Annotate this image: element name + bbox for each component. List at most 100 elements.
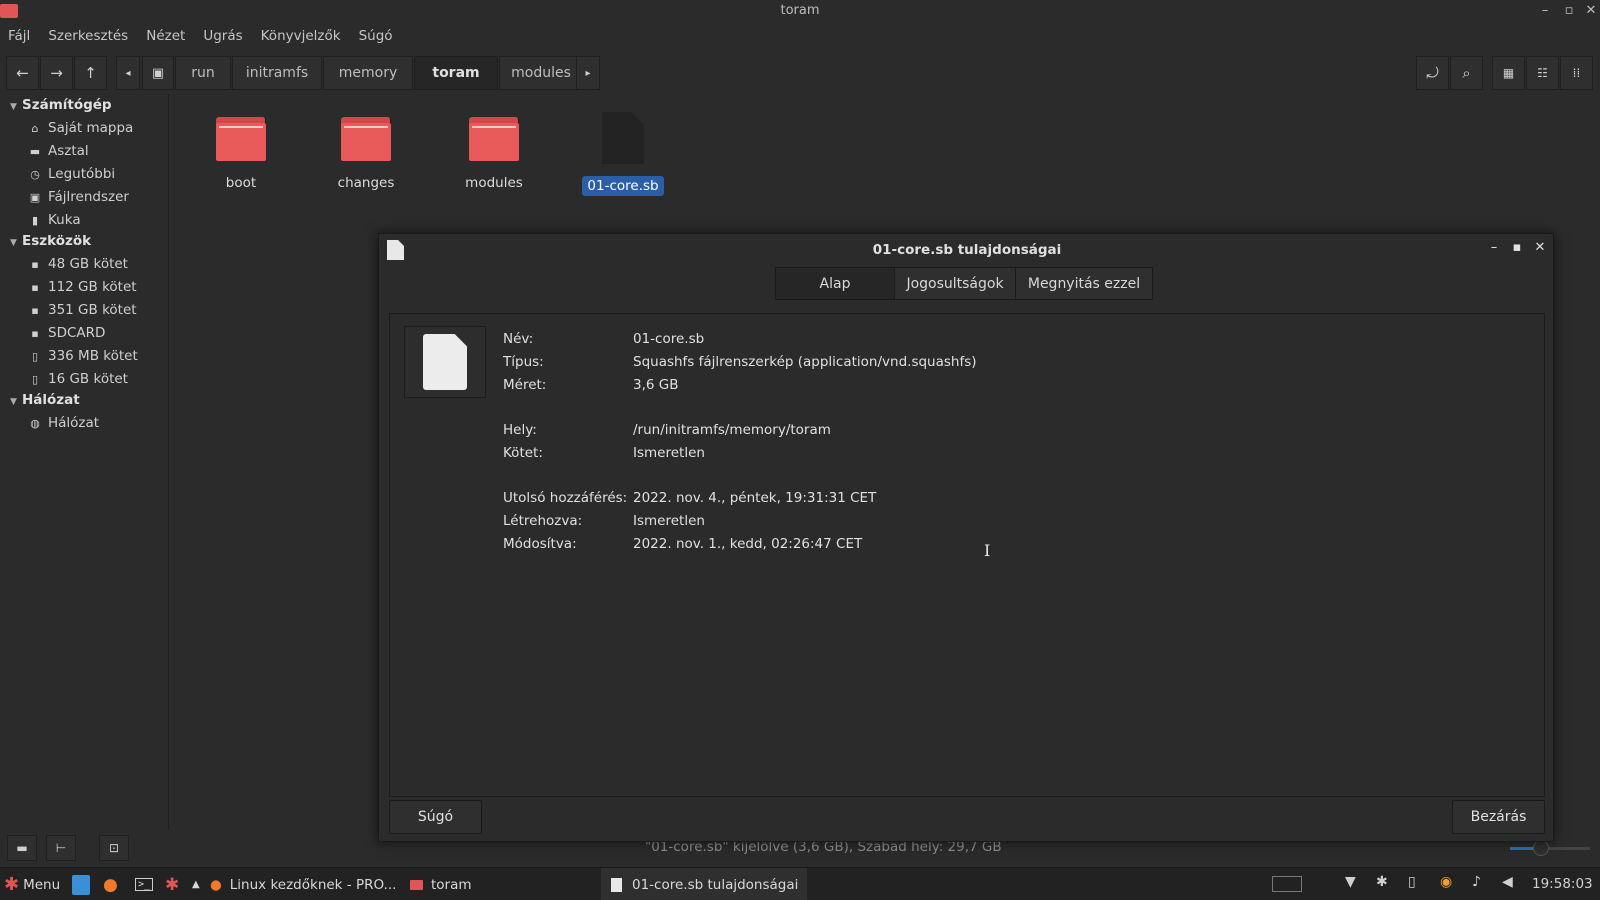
firefox-icon: ●: [210, 876, 222, 893]
menu-go[interactable]: Ugrás: [203, 24, 242, 48]
sidebar-section-network[interactable]: ▼ Hálózat: [10, 392, 80, 408]
sidebar-item-home[interactable]: ⌂ Saját mappa: [28, 120, 134, 136]
sidebar-item-recent[interactable]: ◷ Legutóbbi: [28, 166, 115, 182]
drive-icon: ▣: [29, 190, 41, 204]
sidebar-item-filesystem[interactable]: ▣ Fájlrendszer: [28, 189, 129, 205]
help-button[interactable]: Súgó: [389, 800, 482, 834]
file-icon-button[interactable]: [404, 326, 486, 398]
task-firefox[interactable]: ● Linux kezdőknek - PRO...: [210, 868, 396, 900]
close-icon[interactable]: ✕: [1581, 1, 1600, 21]
text-cursor-icon: I: [984, 541, 991, 560]
prop-value-type: Squashfs fájlrenszerkép (application/vnd…: [633, 354, 977, 370]
prop-label-name: Név:: [503, 331, 534, 347]
toggle-location-icon[interactable]: ⤾: [1416, 56, 1449, 90]
chevron-up-icon[interactable]: ▲: [192, 868, 200, 900]
file-item-01-core[interactable]: 01-core.sb: [573, 112, 673, 196]
icon-view-icon[interactable]: ▦: [1492, 56, 1525, 90]
file-item-modules[interactable]: modules: [444, 117, 544, 191]
menu-file[interactable]: Fájl: [8, 24, 30, 48]
bluetooth-icon[interactable]: ✱: [1376, 874, 1388, 890]
task-toram[interactable]: toram: [410, 868, 472, 900]
breadcrumb-left-icon[interactable]: ◂: [116, 56, 140, 90]
sidebar-section-computer[interactable]: ▼ Számítógép: [10, 97, 112, 113]
close-button[interactable]: Bezárás: [1452, 800, 1545, 834]
prop-value-created: Ismeretlen: [633, 513, 705, 529]
volume-icon[interactable]: ◀: [1502, 874, 1513, 890]
sidebar-item-volume-16[interactable]: ▯ 16 GB kötet: [28, 371, 128, 387]
zoom-knob[interactable]: [1533, 840, 1549, 856]
sidebar-item-trash[interactable]: ▮ Kuka: [28, 212, 81, 228]
sidebar-item-desktop[interactable]: ▬ Asztal: [28, 143, 89, 159]
tab-basic[interactable]: Alap: [776, 268, 895, 299]
menu-logo-icon: ✱: [4, 874, 20, 895]
menu-edit[interactable]: Szerkesztés: [48, 24, 128, 48]
breadcrumb-initramfs[interactable]: initramfs: [232, 56, 322, 90]
drive-icon[interactable]: ▣: [142, 56, 174, 90]
sidebar-item-sdcard[interactable]: ▪ SDCARD: [28, 325, 105, 341]
close-icon[interactable]: ✕: [1529, 237, 1551, 259]
list-view-icon[interactable]: ☷: [1526, 56, 1559, 90]
zoom-slider[interactable]: [1510, 840, 1590, 856]
breadcrumb-toram[interactable]: toram: [414, 56, 498, 90]
sidebar-section-devices[interactable]: ▼ Eszközök: [10, 233, 91, 249]
tree-icon[interactable]: ⊢: [46, 835, 76, 861]
menu-view[interactable]: Nézet: [146, 24, 185, 48]
sidebar-item-volume-48[interactable]: ▪ 48 GB kötet: [28, 256, 128, 272]
battery-icon[interactable]: ▯: [1408, 874, 1416, 890]
drive-icon: ▪: [31, 280, 39, 294]
clock[interactable]: 19:58:03: [1532, 876, 1593, 892]
breadcrumb-modules[interactable]: modules: [499, 56, 583, 90]
search-icon[interactable]: ⌕: [1450, 56, 1483, 90]
usb-icon: ▯: [31, 349, 39, 363]
clock-icon: ◷: [30, 167, 40, 181]
start-menu-button[interactable]: ✱ Menu: [4, 868, 60, 900]
back-icon[interactable]: ←: [6, 56, 39, 90]
window-title: toram: [780, 3, 820, 18]
menu-bookmarks[interactable]: Könyvjelzők: [261, 24, 341, 48]
forward-icon[interactable]: →: [40, 56, 73, 90]
dialog-title: 01-core.sb tulajdonságai: [872, 242, 1062, 258]
firefox-icon[interactable]: ●: [103, 868, 118, 900]
menu-help[interactable]: Súgó: [359, 24, 393, 48]
hide-sidebar-icon[interactable]: ⊡: [99, 835, 129, 861]
sidebar: ▼ Számítógép ⌂ Saját mappa ▬ Asztal ◷ Legutó…: [0, 94, 169, 830]
breadcrumb-right-icon[interactable]: ▸: [576, 56, 600, 90]
minimize-icon[interactable]: –: [1535, 1, 1555, 21]
prop-label-size: Méret:: [503, 377, 547, 393]
places-icon[interactable]: ▬: [7, 835, 37, 861]
up-icon[interactable]: ↑: [74, 56, 107, 90]
wifi-icon[interactable]: ▼: [1345, 874, 1356, 890]
drive-icon: ▪: [31, 303, 39, 317]
tab-permissions[interactable]: Jogosultságok: [895, 268, 1016, 299]
terminal-icon[interactable]: >_: [135, 868, 154, 900]
file-label: modules: [465, 175, 523, 191]
document-icon: [602, 112, 644, 164]
sidebar-item-volume-336[interactable]: ▯ 336 MB kötet: [28, 348, 138, 364]
trash-icon: ▮: [31, 213, 39, 227]
toolbar: ← → ↑ ◂ ▣ run initramfs memory toram mod…: [0, 52, 1600, 92]
breadcrumb-run[interactable]: run: [175, 56, 231, 90]
update-icon[interactable]: ◉: [1440, 874, 1452, 890]
tab-open-with[interactable]: Megnyitás ezzel: [1016, 268, 1152, 299]
usb-icon: ▯: [31, 372, 39, 386]
task-properties[interactable]: 01-core.sb tulajdonságai: [601, 868, 807, 900]
workspace-switcher[interactable]: [1272, 876, 1302, 892]
desktop-icon: ▬: [29, 144, 41, 158]
sidebar-item-volume-112[interactable]: ▪ 112 GB kötet: [28, 279, 136, 295]
window-titlebar: toram – ▫ ✕: [0, 0, 1600, 22]
minimize-icon[interactable]: –: [1483, 237, 1505, 259]
file-item-boot[interactable]: boot: [191, 117, 291, 191]
settings-launcher-icon[interactable]: ✱: [165, 868, 179, 900]
maximize-icon[interactable]: ▫: [1559, 1, 1579, 21]
file-item-changes[interactable]: changes: [316, 117, 416, 191]
sidebar-item-network[interactable]: ◍ Hálózat: [28, 415, 99, 431]
file-manager-launcher-icon[interactable]: [72, 868, 92, 900]
sidebar-item-volume-351[interactable]: ▪ 351 GB kötet: [28, 302, 136, 318]
menu-bar: Fájl Szerkesztés Nézet Ugrás Könyvjelzők…: [0, 24, 411, 48]
bell-icon[interactable]: ♪: [1472, 874, 1481, 890]
maximize-icon[interactable]: ▪: [1506, 237, 1528, 259]
prop-value-size: 3,6 GB: [633, 377, 679, 393]
compact-view-icon[interactable]: ⁞⁞: [1560, 56, 1593, 90]
breadcrumb-memory[interactable]: memory: [323, 56, 413, 90]
properties-dialog: 01-core.sb tulajdonságai – ▪ ✕ Alap Jogo…: [378, 233, 1554, 842]
